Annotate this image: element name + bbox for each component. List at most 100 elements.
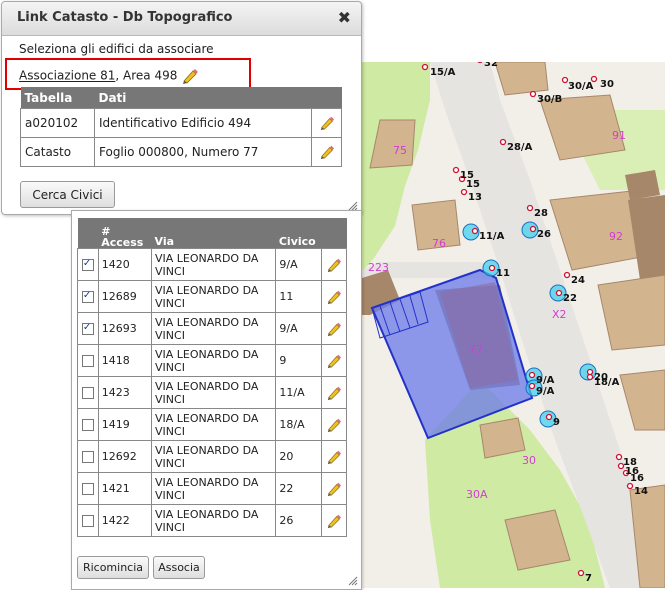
cell-via-line2: VINCI: [155, 296, 185, 310]
association-area: , Area 498: [115, 68, 178, 83]
row-checkbox[interactable]: [81, 419, 94, 431]
civic-point[interactable]: [563, 271, 571, 279]
pencil-edit-icon[interactable]: [325, 257, 343, 273]
civic-number-label: 14: [634, 486, 648, 497]
cell-via: VIA LEONARDO DA VINCI: [151, 280, 277, 313]
column-header-edit: [311, 87, 342, 109]
row-checkbox[interactable]: [81, 355, 94, 367]
civic-point[interactable]: [529, 90, 537, 98]
civic-point[interactable]: [545, 413, 553, 421]
resize-handle-icon[interactable]: [348, 576, 358, 586]
civic-point[interactable]: [471, 227, 479, 235]
cell-civico: 11/A: [275, 376, 322, 409]
pencil-edit-icon[interactable]: [181, 68, 199, 84]
pencil-edit-icon[interactable]: [325, 321, 343, 337]
civic-point[interactable]: [526, 204, 534, 212]
civic-number-label: 30/A: [568, 81, 594, 92]
civic-point[interactable]: [421, 63, 429, 71]
row-checkbox[interactable]: [81, 451, 94, 463]
civic-point[interactable]: [586, 373, 594, 381]
civic-point[interactable]: [528, 382, 536, 390]
cell-via-line2: VINCI: [155, 488, 185, 502]
civic-number-label: 13: [468, 192, 482, 203]
row-checkbox[interactable]: [81, 515, 94, 527]
dialog-header[interactable]: Link Catasto - Db Topografico ✖: [2, 2, 361, 36]
row-checkbox[interactable]: [81, 257, 94, 271]
civic-point[interactable]: [577, 569, 585, 577]
table-row: 1419 VIA LEONARDO DA VINCI 18/A: [77, 408, 348, 441]
civic-number-label: 28/A: [507, 142, 533, 153]
cell-dati: Foglio 000800, Numero 77: [94, 137, 312, 167]
cell-civico: 26: [275, 504, 322, 537]
civic-number-label: 15: [466, 179, 480, 190]
instruction-text: Seleziona gli edifici da associare: [19, 42, 214, 56]
associa-button[interactable]: Associa: [153, 556, 205, 579]
association-line: Associazione 81, Area 498: [19, 68, 199, 84]
pencil-edit-icon[interactable]: [318, 115, 336, 131]
parcel-label: X2: [552, 308, 567, 321]
row-checkbox[interactable]: [81, 321, 94, 335]
civic-point[interactable]: [488, 264, 496, 272]
civic-point[interactable]: [561, 76, 569, 84]
pencil-edit-icon[interactable]: [325, 417, 343, 433]
row-edit-cell: [320, 344, 348, 377]
table-row: 1420VIA LEONARDO DAVINCI9/A: [77, 248, 348, 281]
pencil-edit-icon[interactable]: [325, 513, 343, 529]
civic-point[interactable]: [586, 368, 594, 376]
cell-via-line1: VIA LEONARDO DA: [155, 507, 259, 521]
cell-via: VIA LEONARDO DA VINCI: [151, 312, 277, 345]
cell-tabella: Catasto: [20, 137, 95, 167]
pencil-edit-icon[interactable]: [325, 289, 343, 305]
cell-access: 12692: [97, 440, 153, 473]
civic-number-label: 18/A: [594, 377, 620, 388]
table-row: 1418 VIA LEONARDO DA VINCI 9: [77, 344, 348, 377]
pencil-edit-icon[interactable]: [318, 144, 336, 160]
civic-point[interactable]: [499, 138, 507, 146]
row-checkbox[interactable]: [81, 387, 94, 399]
ricomincia-button[interactable]: Ricomincia: [77, 556, 149, 579]
row-checkbox[interactable]: [81, 289, 94, 303]
map-view[interactable]: 75 76 77 91 92 223 30 30A X2 15/A 32 30/A 30 30/B 28/A…: [362, 62, 665, 588]
civic-number-label: 7: [585, 573, 592, 584]
cerca-civici-button[interactable]: Cerca Civici: [20, 181, 115, 208]
cell-civico: 9: [275, 344, 322, 377]
civic-point[interactable]: [615, 453, 623, 461]
link-catasto-dialog: Link Catasto - Db Topografico ✖ Selezion…: [1, 1, 362, 215]
pencil-edit-icon[interactable]: [325, 481, 343, 497]
map-canvas[interactable]: 75 76 77 91 92 223 30 30A X2 15/A 32 30/A 30 30/B 28/A…: [362, 62, 665, 588]
civic-point[interactable]: [626, 482, 634, 490]
association-link[interactable]: Associazione 81: [19, 69, 115, 83]
civic-point[interactable]: [452, 166, 460, 174]
civic-point[interactable]: [529, 225, 537, 233]
row-edit-cell: [311, 108, 342, 138]
row-select-cell: [77, 344, 99, 377]
column-header-access-label: Access: [101, 236, 144, 249]
cell-via-line1: VIA LEONARDO DA: [155, 379, 259, 393]
row-select-cell: [77, 280, 99, 313]
building: [597, 274, 665, 351]
cell-civico: 18/A: [275, 408, 322, 441]
table-row: 1421 VIA LEONARDO DA VINCI 22: [77, 472, 348, 505]
parcel-label: 30: [522, 454, 536, 467]
cell-tabella: a020102: [20, 108, 95, 138]
pencil-edit-icon[interactable]: [325, 449, 343, 465]
civic-point[interactable]: [528, 371, 536, 379]
civici-table: #Access Via Civico 1420VIA LEONARDO DAVI…: [77, 218, 348, 537]
row-edit-cell: [320, 408, 348, 441]
row-checkbox[interactable]: [81, 483, 94, 495]
cell-access: 1421: [97, 472, 153, 505]
pencil-edit-icon[interactable]: [325, 353, 343, 369]
cell-via-line1: VIA LEONARDO DA: [155, 443, 259, 457]
civic-point[interactable]: [555, 289, 563, 297]
column-header-access: # Access: [98, 218, 152, 249]
civic-point[interactable]: [460, 188, 468, 196]
pencil-edit-icon[interactable]: [325, 385, 343, 401]
building: [619, 369, 665, 431]
row-select-cell: [77, 312, 99, 345]
civic-point[interactable]: [477, 62, 483, 64]
table-row: 1423 VIA LEONARDO DA VINCI 11/A: [77, 376, 348, 409]
row-edit-cell: [320, 504, 348, 537]
civic-number-label: 30/B: [537, 94, 562, 105]
cell-via-line1: VIA LEONARDO DA: [155, 315, 259, 329]
close-icon[interactable]: ✖: [338, 8, 351, 27]
